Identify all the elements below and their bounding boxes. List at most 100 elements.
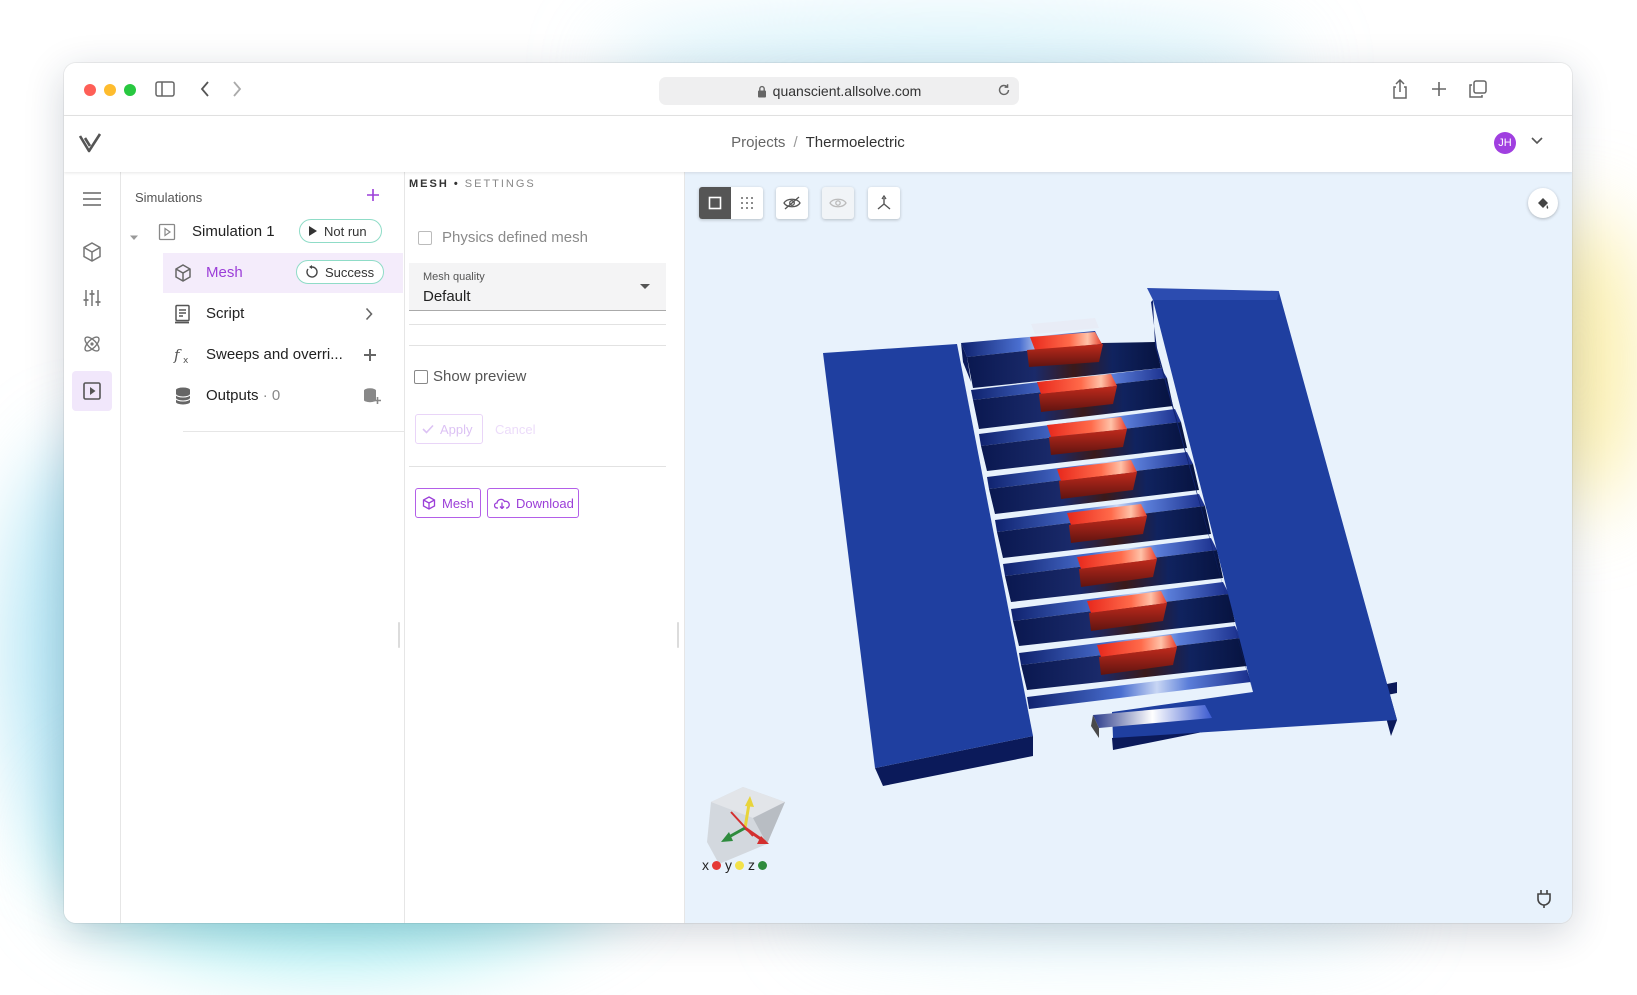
physics-defined-mesh-label: Physics defined mesh: [442, 229, 588, 246]
reload-icon[interactable]: [997, 83, 1011, 97]
divider: [409, 345, 666, 346]
3d-viewport[interactable]: x y z: [685, 172, 1572, 923]
tree-title: Simulations: [135, 190, 203, 205]
function-fx-icon: fx: [173, 345, 193, 365]
settings-title-separator: •: [453, 178, 460, 190]
settings-title-main: MESH: [409, 178, 449, 190]
app-header: Projects / Thermoelectric JH: [64, 116, 1572, 172]
tree-item-script[interactable]: Script: [163, 294, 403, 334]
panel-resize-handle[interactable]: [677, 622, 679, 648]
dropdown-arrow-icon: [640, 284, 650, 289]
cancel-label: Cancel: [495, 421, 536, 437]
breadcrumb-current: Thermoelectric: [805, 134, 905, 151]
play-icon: [308, 225, 318, 237]
new-tab-icon[interactable]: [1427, 77, 1451, 101]
user-avatar[interactable]: JH: [1494, 132, 1516, 154]
svg-text:f: f: [173, 346, 182, 364]
sidebar-toggle-icon[interactable]: [153, 77, 177, 101]
apply-label: Apply: [440, 421, 473, 437]
url-text: quanscient.allsolve.com: [772, 83, 922, 99]
show-preview-label: Show preview: [433, 368, 527, 385]
simulation-label: Simulation 1: [192, 223, 275, 240]
mesh-quality-select[interactable]: Mesh quality Default: [409, 263, 666, 311]
mesh-quality-value: Default: [423, 288, 471, 305]
add-sweep-plus-icon[interactable]: [363, 348, 377, 367]
axis-y-label: y: [725, 857, 732, 873]
expand-caret-icon[interactable]: [129, 229, 139, 247]
run-status-label: Not run: [324, 223, 367, 239]
lock-icon: [757, 85, 767, 98]
check-icon: [422, 424, 434, 434]
chevron-right-icon[interactable]: [365, 307, 373, 326]
breadcrumb-separator: /: [793, 134, 798, 151]
mesh-status-label: Success: [325, 264, 375, 280]
breadcrumb: Projects / Thermoelectric: [64, 134, 1572, 151]
icon-rail: [64, 172, 121, 923]
axis-legend: x y z: [702, 857, 770, 873]
mesh-label: Mesh: [206, 264, 243, 281]
address-bar[interactable]: quanscient.allsolve.com: [659, 77, 1019, 105]
plus-icon: [367, 189, 379, 201]
add-output-database-icon[interactable]: [362, 387, 382, 410]
axis-z-dot: [758, 860, 767, 870]
axis-x-dot: [712, 860, 721, 870]
tree-item-mesh[interactable]: Mesh Success: [163, 253, 403, 293]
show-preview-checkbox[interactable]: [414, 370, 428, 384]
tree-divider: [183, 431, 404, 432]
mesh-button-label: Mesh: [442, 495, 474, 511]
close-window-button[interactable]: [84, 84, 96, 96]
physics-atom-icon[interactable]: [72, 324, 112, 364]
simulation-play-icon[interactable]: [72, 371, 112, 411]
tab-overview-icon[interactable]: [1466, 77, 1490, 101]
outputs-count: 0: [271, 387, 281, 404]
tree-item-sweeps[interactable]: fx Sweeps and overri...: [163, 335, 403, 375]
divider: [409, 466, 666, 467]
simulation-tree-panel: Simulations Simulation 1 Not run Mesh Su…: [121, 172, 405, 923]
menu-icon[interactable]: [72, 179, 112, 219]
sweeps-label: Sweeps and overri...: [206, 346, 343, 363]
cancel-button[interactable]: Cancel: [489, 414, 549, 444]
add-simulation-button[interactable]: [361, 183, 385, 207]
cloud-download-icon: [494, 497, 510, 509]
outputs-label: Outputs · 0: [206, 387, 280, 404]
database-icon: [173, 386, 193, 406]
mesh-settings-panel: MESH • SETTINGS Physics defined mesh Mes…: [405, 172, 685, 923]
geometry-icon[interactable]: [72, 232, 112, 272]
outputs-label-text: Outputs: [206, 387, 259, 404]
share-icon[interactable]: [1388, 77, 1412, 101]
tree-item-simulation[interactable]: Simulation 1 Not run: [149, 212, 403, 252]
outputs-separator: ·: [262, 387, 268, 404]
mesh-quality-label: Mesh quality: [423, 271, 485, 283]
axis-x-label: x: [702, 857, 709, 873]
plug-icon[interactable]: [1536, 889, 1552, 909]
svg-text:x: x: [183, 356, 189, 365]
panel-resize-handle[interactable]: [398, 622, 400, 648]
simulation-play-icon: [157, 222, 177, 242]
download-button-label: Download: [516, 495, 574, 511]
mesh-status-badge[interactable]: Success: [296, 260, 384, 284]
script-label: Script: [206, 305, 245, 322]
refresh-icon: [305, 265, 319, 279]
download-button[interactable]: Download: [487, 488, 579, 518]
settings-sliders-icon[interactable]: [72, 278, 112, 318]
mesh-cube-icon: [422, 496, 436, 510]
divider: [409, 324, 666, 325]
settings-title-sub: SETTINGS: [464, 178, 536, 190]
apply-button[interactable]: Apply: [415, 414, 483, 444]
zoom-window-button[interactable]: [124, 84, 136, 96]
mesh-button[interactable]: Mesh: [415, 488, 481, 518]
mesh-cube-icon: [173, 263, 193, 283]
chevron-down-icon[interactable]: [1530, 136, 1544, 146]
forward-icon[interactable]: [225, 77, 249, 101]
tree-item-outputs[interactable]: Outputs · 0: [163, 376, 403, 416]
physics-defined-mesh-checkbox[interactable]: [418, 231, 432, 245]
breadcrumb-projects-link[interactable]: Projects: [731, 134, 785, 151]
run-status-button[interactable]: Not run: [299, 219, 382, 243]
thermoelectric-model: [823, 288, 1397, 786]
back-icon[interactable]: [193, 77, 217, 101]
browser-window: quanscient.allsolve.com Projects / Therm…: [64, 63, 1572, 923]
axis-z-label: z: [748, 857, 755, 873]
settings-title: MESH • SETTINGS: [409, 178, 536, 190]
script-icon: [173, 304, 193, 324]
minimize-window-button[interactable]: [104, 84, 116, 96]
